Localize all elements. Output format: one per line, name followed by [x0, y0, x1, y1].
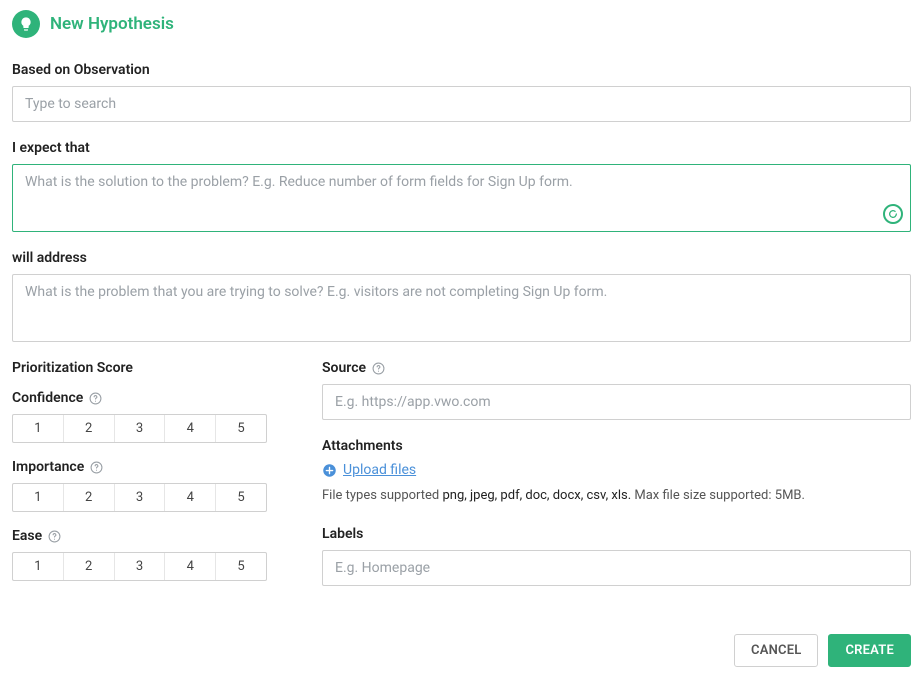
- source-label: Source: [322, 360, 911, 376]
- page-header: New Hypothesis: [12, 10, 911, 38]
- plus-circle-icon: [322, 463, 337, 478]
- confidence-2[interactable]: 2: [64, 415, 115, 442]
- labels-input[interactable]: [322, 550, 911, 586]
- help-icon[interactable]: [48, 530, 61, 543]
- importance-2[interactable]: 2: [64, 484, 115, 511]
- attachments-label: Attachments: [322, 438, 911, 454]
- importance-4[interactable]: 4: [165, 484, 216, 511]
- observation-label: Based on Observation: [12, 62, 911, 78]
- expect-textarea[interactable]: [12, 164, 911, 232]
- upload-files-link[interactable]: Upload files: [343, 462, 416, 478]
- ease-2[interactable]: 2: [64, 553, 115, 580]
- importance-1[interactable]: 1: [13, 484, 64, 511]
- cancel-button[interactable]: CANCEL: [734, 634, 818, 667]
- help-icon[interactable]: [89, 392, 102, 405]
- confidence-3[interactable]: 3: [115, 415, 166, 442]
- address-textarea[interactable]: [12, 274, 911, 342]
- create-button[interactable]: CREATE: [828, 634, 911, 667]
- note-prefix: File types supported: [322, 488, 442, 503]
- confidence-5[interactable]: 5: [216, 415, 266, 442]
- source-input[interactable]: [322, 384, 911, 420]
- confidence-1[interactable]: 1: [13, 415, 64, 442]
- confidence-4[interactable]: 4: [165, 415, 216, 442]
- note-types: png, jpeg, pdf, doc, docx, csv, xls.: [442, 488, 631, 503]
- confidence-label-text: Confidence: [12, 390, 83, 406]
- prioritization-section: Prioritization Score Confidence 1 2 3 4 …: [12, 360, 272, 604]
- importance-3[interactable]: 3: [115, 484, 166, 511]
- labels-label: Labels: [322, 526, 911, 542]
- ease-scale: 1 2 3 4 5: [12, 552, 267, 581]
- ease-5[interactable]: 5: [216, 553, 266, 580]
- expect-label: I expect that: [12, 140, 911, 156]
- importance-label: Importance: [12, 459, 272, 475]
- lightbulb-icon: [12, 10, 40, 38]
- grammarly-icon: [883, 204, 903, 224]
- ease-label-text: Ease: [12, 528, 42, 544]
- footer-actions: CANCEL CREATE: [12, 634, 911, 667]
- importance-label-text: Importance: [12, 459, 84, 475]
- observation-input[interactable]: [12, 86, 911, 122]
- address-label: will address: [12, 250, 911, 266]
- confidence-label: Confidence: [12, 390, 272, 406]
- prioritization-title: Prioritization Score: [12, 360, 272, 376]
- importance-5[interactable]: 5: [216, 484, 266, 511]
- ease-label: Ease: [12, 528, 272, 544]
- page-title: New Hypothesis: [50, 14, 174, 34]
- help-icon[interactable]: [90, 461, 103, 474]
- note-suffix: Max file size supported: 5MB.: [631, 488, 805, 503]
- importance-scale: 1 2 3 4 5: [12, 483, 267, 512]
- help-icon[interactable]: [372, 362, 385, 375]
- confidence-scale: 1 2 3 4 5: [12, 414, 267, 443]
- ease-3[interactable]: 3: [115, 553, 166, 580]
- ease-1[interactable]: 1: [13, 553, 64, 580]
- source-label-text: Source: [322, 360, 366, 376]
- attachments-note: File types supported png, jpeg, pdf, doc…: [322, 486, 911, 506]
- ease-4[interactable]: 4: [165, 553, 216, 580]
